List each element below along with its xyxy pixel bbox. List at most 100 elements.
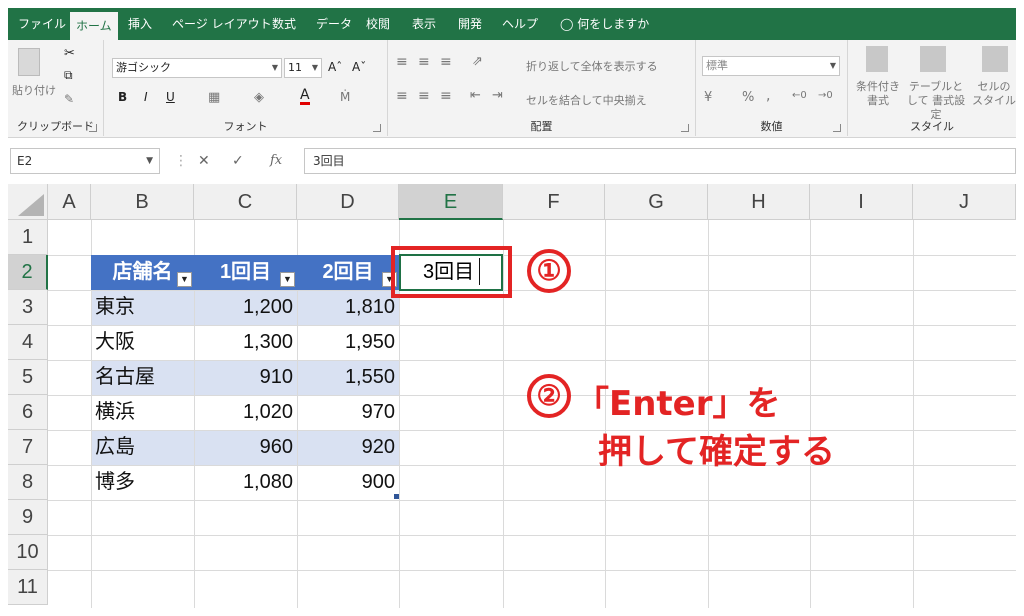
row-header-4[interactable]: 4 [8, 325, 48, 360]
align-bottom-icon[interactable]: ≡ [440, 54, 452, 70]
font-name-select[interactable]: 游ゴシック ▼ [112, 58, 282, 78]
table-cell[interactable]: 1,200 [194, 290, 297, 325]
dialog-launcher-icon[interactable] [373, 124, 381, 132]
align-top-icon[interactable]: ≡ [396, 54, 408, 70]
spreadsheet-grid[interactable]: A B C D E F G H I J 1 2 3 4 5 6 7 8 9 10… [8, 184, 1016, 608]
align-middle-icon[interactable]: ≡ [418, 54, 430, 70]
table-header-round1[interactable]: 1回目 ▼ [194, 255, 297, 290]
insert-function-icon[interactable]: fx [270, 150, 282, 172]
column-header-e[interactable]: E [399, 184, 503, 220]
table-cell[interactable]: 1,550 [297, 360, 399, 395]
table-cell[interactable]: 920 [297, 430, 399, 465]
row-header-6[interactable]: 6 [8, 395, 48, 430]
wrap-text-button[interactable]: 折り返して全体を表示する [526, 58, 658, 74]
row-header-3[interactable]: 3 [8, 290, 48, 325]
format-painter-icon[interactable]: ✎ [64, 92, 74, 106]
column-header-c[interactable]: C [194, 184, 297, 220]
column-header-f[interactable]: F [503, 184, 605, 220]
increase-decimal-icon[interactable]: ←0 [792, 90, 807, 101]
table-cell[interactable]: 1,020 [194, 395, 297, 430]
tab-developer[interactable]: 開発 [452, 8, 488, 40]
column-header-b[interactable]: B [91, 184, 194, 220]
cancel-icon[interactable]: ✕ [198, 150, 210, 172]
column-header-i[interactable]: I [810, 184, 913, 220]
align-left-icon[interactable]: ≡ [396, 88, 408, 104]
table-cell[interactable]: 名古屋 [91, 360, 194, 395]
row-header-1[interactable]: 1 [8, 220, 48, 255]
number-format-select[interactable]: 標準 ▼ [702, 56, 840, 76]
increase-indent-icon[interactable]: ⇥ [492, 88, 503, 103]
merge-center-button[interactable]: セルを結合して中央揃え [526, 92, 647, 108]
copy-icon[interactable]: ⧉ [64, 68, 73, 83]
conditional-format-button[interactable]: 条件付き 書式 [856, 80, 900, 108]
table-cell[interactable]: 910 [194, 360, 297, 395]
table-cell[interactable]: 東京 [91, 290, 194, 325]
row-header-2[interactable]: 2 [8, 255, 48, 290]
table-cell[interactable]: 1,950 [297, 325, 399, 360]
row-header-11[interactable]: 11 [8, 570, 48, 605]
table-cell[interactable]: 広島 [91, 430, 194, 465]
font-size-select[interactable]: 11 ▼ [284, 58, 322, 78]
comma-style-icon[interactable]: , [766, 88, 770, 104]
table-resize-handle[interactable] [394, 494, 399, 499]
bold-button[interactable]: B [118, 90, 127, 104]
decrease-decimal-icon[interactable]: →0 [818, 90, 833, 101]
table-header-round2[interactable]: 2回目 ▼ [297, 255, 399, 290]
tab-help[interactable]: ヘルプ [496, 8, 544, 40]
filter-dropdown-icon[interactable]: ▼ [280, 272, 295, 287]
name-box[interactable]: E2 ▼ [10, 148, 160, 174]
filter-dropdown-icon[interactable]: ▼ [177, 272, 192, 287]
tab-data[interactable]: データ [310, 8, 358, 40]
paste-button[interactable]: 貼り付け [12, 82, 56, 98]
tab-view[interactable]: 表示 [406, 8, 442, 40]
font-color-icon[interactable]: A [300, 88, 310, 105]
align-center-icon[interactable]: ≡ [418, 88, 430, 104]
phonetic-icon[interactable]: Ṁ [340, 90, 350, 104]
cut-icon[interactable]: ✂ [64, 46, 75, 61]
column-header-d[interactable]: D [297, 184, 399, 220]
tab-page-layout[interactable]: ページ レイアウト [166, 8, 278, 40]
format-as-table-button[interactable]: テーブルとして 書式設定 [904, 80, 968, 122]
dialog-launcher-icon[interactable] [833, 124, 841, 132]
dialog-launcher-icon[interactable] [681, 124, 689, 132]
formula-input[interactable]: 3回目 [304, 148, 1016, 174]
table-cell[interactable]: 横浜 [91, 395, 194, 430]
currency-icon[interactable]: ¥ [704, 90, 712, 105]
underline-button[interactable]: U [166, 90, 175, 104]
align-right-icon[interactable]: ≡ [440, 88, 452, 104]
tab-formulas[interactable]: 数式 [266, 8, 302, 40]
column-header-j[interactable]: J [913, 184, 1016, 220]
table-cell[interactable]: 900 [297, 465, 399, 500]
column-header-a[interactable]: A [48, 184, 91, 220]
dialog-launcher-icon[interactable] [89, 124, 97, 132]
fill-color-icon[interactable]: ◈ [254, 90, 264, 105]
select-all-button[interactable] [8, 184, 48, 220]
column-header-g[interactable]: G [605, 184, 708, 220]
row-header-7[interactable]: 7 [8, 430, 48, 465]
paste-icon[interactable] [18, 48, 40, 76]
row-header-10[interactable]: 10 [8, 535, 48, 570]
decrease-indent-icon[interactable]: ⇤ [470, 88, 481, 103]
table-cell[interactable]: 1,300 [194, 325, 297, 360]
tab-file[interactable]: ファイル [12, 8, 72, 40]
tab-home[interactable]: ホーム [70, 12, 118, 40]
enter-check-icon[interactable]: ✓ [232, 150, 244, 172]
tab-review[interactable]: 校閲 [360, 8, 396, 40]
table-cell[interactable]: 1,810 [297, 290, 399, 325]
table-cell[interactable]: 博多 [91, 465, 194, 500]
shrink-font-icon[interactable]: Aˇ [352, 60, 366, 74]
tell-me-box[interactable]: ◯ 何をしますか [560, 8, 649, 40]
italic-button[interactable]: I [144, 90, 148, 104]
table-cell[interactable]: 960 [194, 430, 297, 465]
percent-button[interactable]: % [742, 90, 754, 105]
table-cell[interactable]: 1,080 [194, 465, 297, 500]
table-cell[interactable]: 大阪 [91, 325, 194, 360]
orientation-icon[interactable]: ⇗ [472, 54, 483, 69]
table-cell[interactable]: 970 [297, 395, 399, 430]
cell-styles-button[interactable]: セルの スタイル [972, 80, 1016, 108]
row-header-5[interactable]: 5 [8, 360, 48, 395]
tab-insert[interactable]: 挿入 [122, 8, 158, 40]
column-header-h[interactable]: H [708, 184, 810, 220]
table-header-store[interactable]: 店舗名 ▼ [91, 255, 194, 290]
row-header-9[interactable]: 9 [8, 500, 48, 535]
